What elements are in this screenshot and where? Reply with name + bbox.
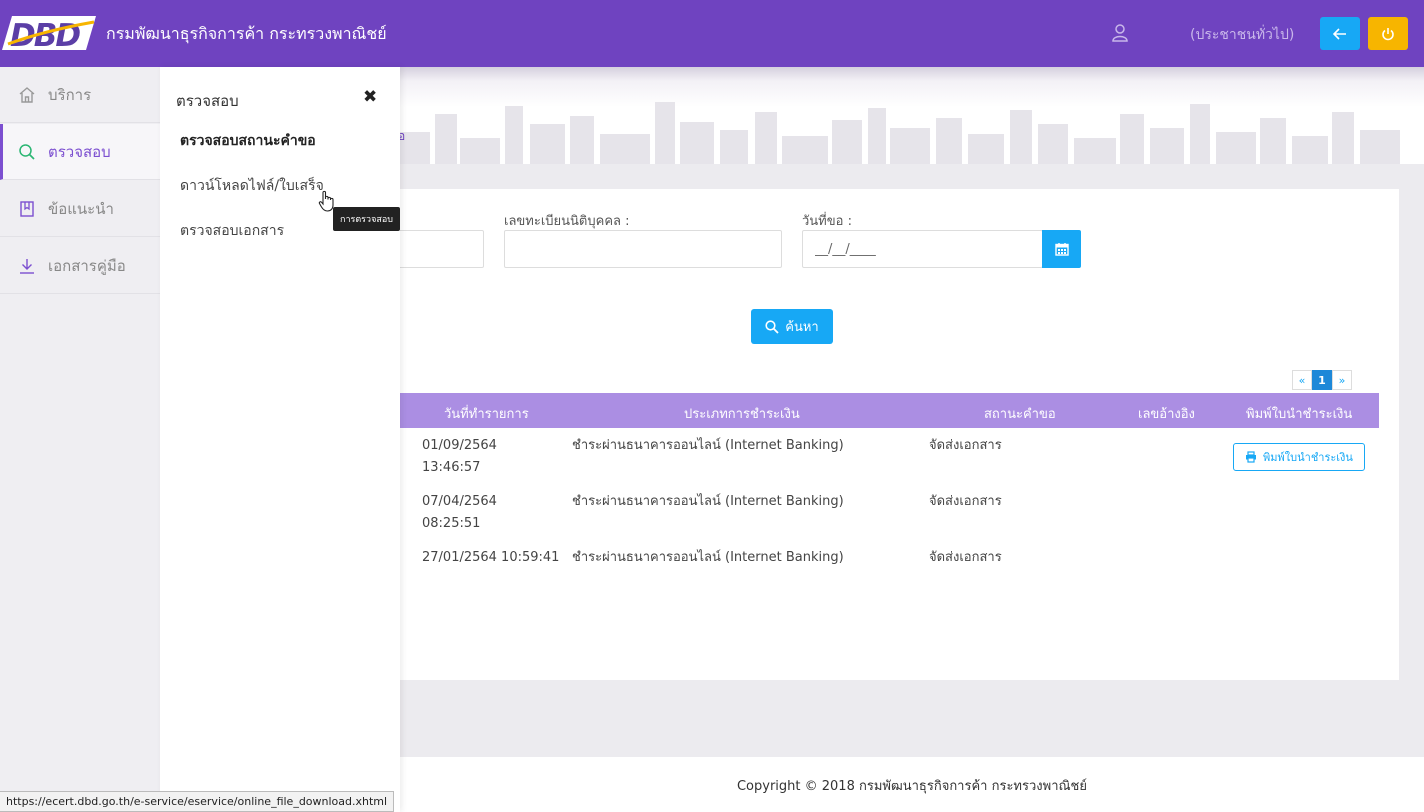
row-time: 08:25:51 <box>422 516 481 531</box>
search-button[interactable]: ค้นหา <box>751 309 833 344</box>
registration-number-input[interactable] <box>504 230 782 268</box>
pagination-page[interactable]: 1 <box>1312 370 1332 390</box>
printer-icon <box>1246 451 1257 463</box>
sidebar-item-manuals[interactable]: เอกสารคู่มือ <box>0 238 160 294</box>
sidebar-item-label: บริการ <box>48 85 92 104</box>
submenu-item-check-status[interactable]: ตรวจสอบสถานะคำขอ <box>180 130 316 152</box>
request-date-input[interactable] <box>802 230 1043 268</box>
browser-status-url: https://ecert.dbd.go.th/e-service/eservi… <box>0 791 395 812</box>
sidebar-item-services[interactable]: บริการ <box>0 67 160 123</box>
column-header-payment-type: ประเภทการชำระเงิน <box>684 407 800 422</box>
download-icon <box>20 258 34 274</box>
request-date-label: วันที่ขอ : <box>802 214 852 229</box>
row-status: จัดส่งเอกสาร <box>929 550 1002 565</box>
row-status: จัดส่งเอกสาร <box>929 438 1002 453</box>
svg-text:DBD: DBD <box>10 18 80 54</box>
back-button[interactable] <box>1320 17 1360 50</box>
check-submenu: ตรวจสอบ ✖ ตรวจสอบสถานะคำขอ ดาวน์โหลดไฟล์… <box>160 67 400 812</box>
sidebar-item-check[interactable]: ตรวจสอบ <box>0 124 160 180</box>
sidebar-item-label: ตรวจสอบ <box>48 142 111 161</box>
search-icon <box>19 143 35 160</box>
sidebar-item-advice[interactable]: ข้อแนะนำ <box>0 181 160 237</box>
calendar-icon <box>1054 243 1069 256</box>
column-header-status: สถานะคำขอ <box>984 407 1056 422</box>
column-header-reference: เลขอ้างอิง <box>1138 407 1195 422</box>
logout-button[interactable] <box>1368 17 1408 50</box>
top-header: DBD กรมพัฒนาธุรกิจการค้า กระทรวงพาณิชย์ … <box>0 0 1424 67</box>
row-payment-type: ชำระผ่านธนาคารออนไลน์ (Internet Banking) <box>572 494 844 509</box>
book-icon <box>20 200 34 217</box>
pagination-prev[interactable]: « <box>1292 370 1312 390</box>
row-payment-type: ชำระผ่านธนาคารออนไลน์ (Internet Banking) <box>572 550 844 565</box>
row-status: จัดส่งเอกสาร <box>929 494 1002 509</box>
search-icon <box>765 319 779 334</box>
row-payment-type: ชำระผ่านธนาคารออนไลน์ (Internet Banking) <box>572 438 844 453</box>
row-date: 07/04/2564 <box>422 494 497 509</box>
row-time: 13:46:57 <box>422 460 481 475</box>
pagination-next[interactable]: » <box>1332 370 1352 390</box>
row-date: 27/01/2564 10:59:41 <box>422 550 560 565</box>
tooltip: การตรวจสอบ <box>333 207 400 231</box>
arrow-left-icon <box>1333 27 1346 40</box>
print-button-label: พิมพ์ใบนำชำระเงิน <box>1263 451 1353 464</box>
sidebar-item-label: ข้อแนะนำ <box>48 199 114 218</box>
sidebar-item-label: เอกสารคู่มือ <box>48 256 126 275</box>
close-icon[interactable]: ✖ <box>363 87 377 107</box>
search-button-label: ค้นหา <box>785 320 819 335</box>
column-header-print: พิมพ์ใบนำชำระเงิน <box>1246 407 1353 422</box>
submenu-title: ตรวจสอบ <box>176 92 239 110</box>
submenu-item-download-receipt[interactable]: ดาวน์โหลดไฟล์/ใบเสร็จ <box>180 175 324 197</box>
home-icon <box>19 86 35 103</box>
user-role: (ประชาชนทั่วไป) <box>1190 27 1295 43</box>
sidebar: บริการ ตรวจสอบ ข้อแนะนำ เอกสารคู่มือ <box>0 67 160 812</box>
row-date: 01/09/2564 <box>422 438 497 453</box>
column-header-date: วันที่ทำรายการ <box>444 407 529 422</box>
power-icon <box>1382 27 1394 40</box>
user-icon[interactable] <box>1110 23 1130 43</box>
dbd-logo[interactable]: DBD <box>0 10 100 56</box>
site-title: กรมพัฒนาธุรกิจการค้า กระทรวงพาณิชย์ <box>106 24 387 43</box>
registration-number-label: เลขทะเบียนนิติบุคคล : <box>504 214 630 229</box>
submenu-item-check-documents[interactable]: ตรวจสอบเอกสาร <box>180 220 284 242</box>
table-header: วันที่ทำรายการ ประเภทการชำระเงิน สถานะคำ… <box>400 393 1379 428</box>
print-payment-slip-button[interactable]: พิมพ์ใบนำชำระเงิน <box>1233 443 1365 471</box>
pagination: « 1 » <box>1292 370 1352 390</box>
calendar-button[interactable] <box>1042 230 1081 268</box>
